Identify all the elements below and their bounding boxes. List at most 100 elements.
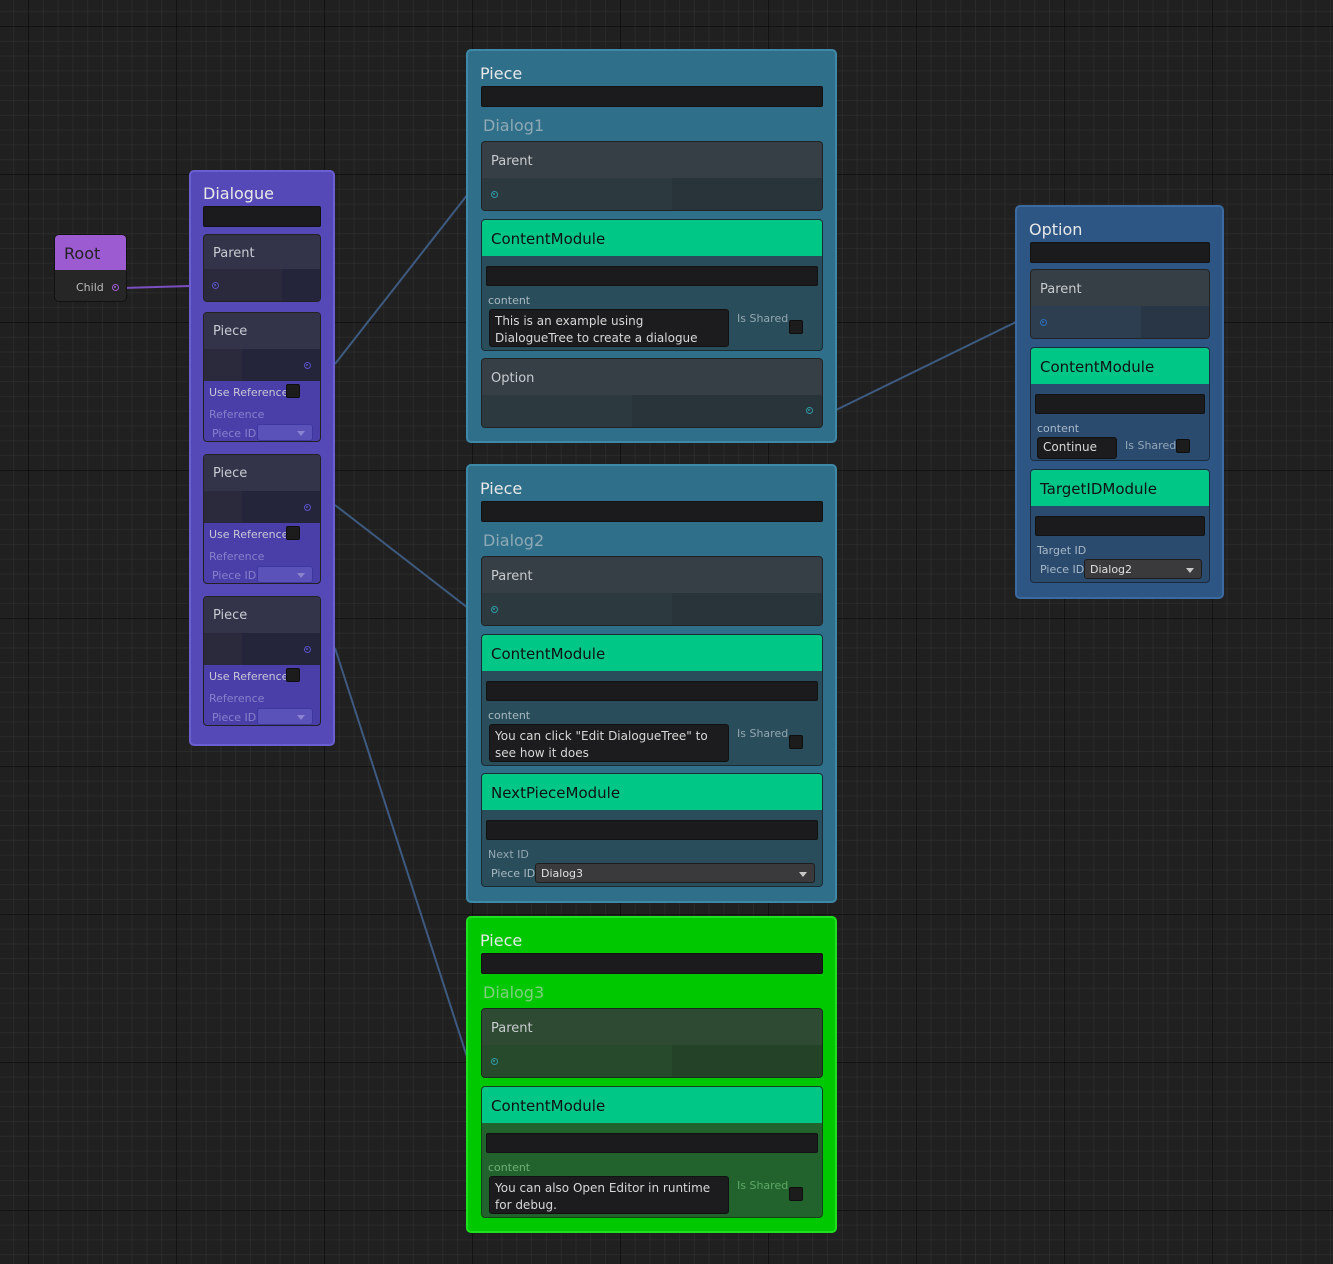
piece-id-label: Piece ID bbox=[212, 569, 257, 582]
module-name-field[interactable] bbox=[486, 681, 818, 701]
reference-label: Reference bbox=[209, 692, 265, 705]
use-reference-label: Use Reference bbox=[209, 528, 289, 541]
parent-panel: Parent bbox=[481, 1008, 823, 1078]
piece-node-title: Piece bbox=[480, 64, 523, 83]
piece-node-dialog3[interactable]: Piece Dialog3 Parent ContentModule conte… bbox=[466, 916, 837, 1233]
parent-input-port[interactable] bbox=[1040, 319, 1047, 326]
piece-id-dropdown[interactable] bbox=[257, 708, 313, 725]
child-output-port[interactable] bbox=[112, 284, 119, 291]
module-name-field[interactable] bbox=[486, 820, 818, 840]
is-shared-label: Is Shared bbox=[1125, 439, 1177, 452]
module-name-field[interactable] bbox=[1035, 394, 1205, 414]
parent-port-cell bbox=[672, 593, 822, 625]
piece-slot: Piece Use Reference Reference Piece ID bbox=[203, 312, 321, 442]
content-module: ContentModule content You can click "Edi… bbox=[481, 634, 823, 766]
content-module: ContentModule content This is an example… bbox=[481, 219, 823, 351]
use-reference-checkbox[interactable] bbox=[286, 526, 300, 540]
piece-slot-label: Piece bbox=[213, 324, 248, 339]
parent-input-port[interactable] bbox=[491, 1058, 498, 1065]
is-shared-label: Is Shared bbox=[737, 727, 789, 740]
content-module-title: ContentModule bbox=[482, 635, 822, 671]
content-module-title: ContentModule bbox=[482, 1087, 822, 1123]
parent-input-port[interactable] bbox=[491, 606, 498, 613]
chevron-down-icon bbox=[799, 872, 807, 877]
target-piece-id-dropdown[interactable]: Dialog2 bbox=[1084, 559, 1202, 579]
parent-label: Parent bbox=[491, 569, 533, 584]
parent-panel: Parent bbox=[481, 141, 823, 211]
content-text-field[interactable]: This is an example using DialogueTree to… bbox=[489, 309, 729, 347]
piece-name: Dialog3 bbox=[483, 983, 545, 1002]
parent-input-port[interactable] bbox=[491, 191, 498, 198]
dialogue-parent-panel: Parent bbox=[203, 234, 321, 302]
next-id-label: Next ID bbox=[488, 848, 529, 861]
is-shared-checkbox[interactable] bbox=[789, 320, 803, 334]
option-label: Option bbox=[491, 371, 535, 386]
chevron-down-icon bbox=[1186, 568, 1194, 573]
option-node-title: Option bbox=[1029, 220, 1083, 239]
content-module: ContentModule content You can also Open … bbox=[481, 1086, 823, 1218]
piece-output-port[interactable] bbox=[304, 362, 311, 369]
piece-slot-label: Piece bbox=[213, 608, 248, 623]
next-piece-module-title: NextPieceModule bbox=[482, 774, 822, 810]
piece-id-label: Piece ID bbox=[212, 427, 257, 440]
piece-id-label: Piece ID bbox=[491, 867, 536, 880]
option-port-cell bbox=[632, 395, 822, 427]
dialogue-node-title: Dialogue bbox=[203, 184, 274, 203]
dialogue-node[interactable]: Dialogue Parent Piece Use Reference Refe… bbox=[189, 170, 335, 746]
piece-slot: Piece Use Reference Reference Piece ID bbox=[203, 454, 321, 584]
child-port-label: Child bbox=[76, 281, 104, 294]
piece-node-dialog2[interactable]: Piece Dialog2 Parent ContentModule conte… bbox=[466, 464, 837, 903]
content-text-field[interactable]: You can also Open Editor in runtime for … bbox=[489, 1176, 729, 1214]
module-name-field[interactable] bbox=[1035, 516, 1205, 536]
content-text-field[interactable]: Continue bbox=[1037, 437, 1117, 459]
piece-title-field[interactable] bbox=[481, 501, 823, 522]
next-piece-module: NextPieceModule Next ID Piece ID Dialog3 bbox=[481, 773, 823, 887]
is-shared-checkbox[interactable] bbox=[789, 1187, 803, 1201]
parent-port-cell bbox=[672, 1045, 822, 1077]
is-shared-label: Is Shared bbox=[737, 312, 789, 325]
content-text-field[interactable]: You can click "Edit DialogueTree" to see… bbox=[489, 724, 729, 762]
parent-input-port[interactable] bbox=[212, 282, 219, 289]
is-shared-checkbox[interactable] bbox=[1176, 439, 1190, 453]
module-name-field[interactable] bbox=[486, 1133, 818, 1153]
piece-output-port[interactable] bbox=[304, 504, 311, 511]
root-node-title: Root bbox=[64, 244, 101, 263]
parent-port-cell bbox=[672, 178, 822, 210]
piece-id-dropdown[interactable] bbox=[257, 424, 313, 441]
dialogue-name-field[interactable] bbox=[203, 206, 321, 227]
option-node[interactable]: Option Parent ContentModule content Cont… bbox=[1015, 205, 1224, 599]
piece-title-field[interactable] bbox=[481, 86, 823, 107]
option-title-field[interactable] bbox=[1030, 242, 1210, 263]
parent-label: Parent bbox=[213, 246, 255, 261]
piece-name: Dialog1 bbox=[483, 116, 545, 135]
piece-slot-label: Piece bbox=[213, 466, 248, 481]
piece-id-dropdown[interactable] bbox=[257, 566, 313, 583]
is-shared-label: Is Shared bbox=[737, 1179, 789, 1192]
use-reference-checkbox[interactable] bbox=[286, 668, 300, 682]
parent-panel: Parent bbox=[1030, 269, 1210, 339]
content-module-title: ContentModule bbox=[1031, 348, 1209, 384]
option-output-port[interactable] bbox=[806, 407, 813, 414]
target-id-module: TargetIDModule Target ID Piece ID Dialog… bbox=[1030, 469, 1210, 583]
piece-title-field[interactable] bbox=[481, 953, 823, 974]
target-id-label: Target ID bbox=[1037, 544, 1087, 557]
parent-label: Parent bbox=[1040, 282, 1082, 297]
next-piece-id-dropdown[interactable]: Dialog3 bbox=[535, 863, 815, 883]
root-node[interactable]: Root Child bbox=[54, 234, 127, 302]
parent-port-cell bbox=[1141, 306, 1209, 338]
piece-output-port[interactable] bbox=[304, 646, 311, 653]
piece-node-dialog1[interactable]: Piece Dialog1 Parent ContentModule conte… bbox=[466, 49, 837, 443]
wire-root-to-dialogue bbox=[123, 285, 191, 289]
wire-dialogue-to-dialog3 bbox=[334, 647, 469, 1061]
piece-id-label: Piece ID bbox=[1040, 563, 1085, 576]
wire-dialogue-to-dialog2 bbox=[334, 504, 469, 609]
module-name-field[interactable] bbox=[486, 266, 818, 286]
parent-panel: Parent bbox=[481, 556, 823, 626]
use-reference-checkbox[interactable] bbox=[286, 384, 300, 398]
is-shared-checkbox[interactable] bbox=[789, 735, 803, 749]
use-reference-label: Use Reference bbox=[209, 386, 289, 399]
parent-label: Parent bbox=[491, 154, 533, 169]
piece-node-title: Piece bbox=[480, 479, 523, 498]
chevron-down-icon bbox=[297, 715, 305, 720]
piece-name: Dialog2 bbox=[483, 531, 545, 550]
